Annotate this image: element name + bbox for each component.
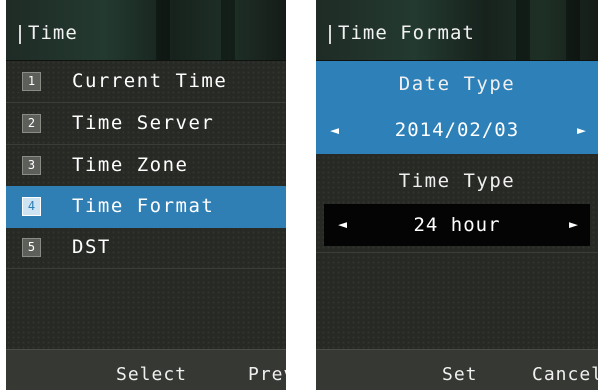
menu-number-badge: 2 — [22, 114, 41, 133]
title-bar: Time — [6, 0, 286, 61]
time-format-screen: Time Format Date Type ◄ 2014/02/03 ► Tim… — [316, 0, 598, 390]
softkey-bar: Set Cancel — [316, 349, 598, 390]
right-arrow-icon[interactable]: ► — [577, 123, 586, 138]
menu-item-dst[interactable]: 5 DST — [6, 227, 286, 269]
menu-item-label: Time Server — [72, 112, 215, 134]
time-type-value: 24 hour — [413, 214, 501, 236]
title-bar: Time Format — [316, 0, 598, 61]
menu-number-badge: 3 — [22, 156, 41, 175]
date-type-value: 2014/02/03 — [394, 119, 520, 141]
softkey-bar: Select Prev — [6, 349, 286, 390]
menu-item-time-zone[interactable]: 3 Time Zone — [6, 145, 286, 187]
menu-item-time-server[interactable]: 2 Time Server — [6, 103, 286, 145]
menu-item-label: Current Time — [72, 70, 228, 92]
menu-number-badge: 5 — [22, 238, 41, 257]
cancel-softkey[interactable]: Cancel — [532, 364, 598, 385]
date-type-label-row: Date Type — [316, 61, 598, 107]
menu-number-badge: 4 — [22, 197, 41, 216]
right-arrow-icon[interactable]: ► — [569, 217, 578, 232]
time-menu-screen: Time 1 Current Time 2 Time Server 3 Time… — [6, 0, 286, 390]
set-softkey[interactable]: Set — [442, 364, 478, 385]
time-type-label-row: Time Type — [316, 158, 598, 204]
date-type-label: Date Type — [398, 73, 516, 95]
select-softkey[interactable]: Select — [116, 364, 187, 385]
time-type-selector[interactable]: ◄ 24 hour ► — [324, 204, 590, 246]
menu-item-label: Time Format — [72, 195, 215, 217]
screen-title: Time — [19, 22, 78, 44]
menu-item-time-format[interactable]: 4 Time Format — [6, 186, 286, 228]
divider — [316, 252, 598, 253]
menu-item-label: Time Zone — [72, 154, 189, 176]
menu-number-badge: 1 — [22, 72, 41, 91]
time-type-label: Time Type — [398, 170, 516, 192]
prev-softkey[interactable]: Prev — [248, 364, 286, 385]
menu-item-label: DST — [72, 236, 111, 258]
menu-item-current-time[interactable]: 1 Current Time — [6, 61, 286, 103]
date-type-selector[interactable]: ◄ 2014/02/03 ► — [316, 107, 598, 154]
screen-title: Time Format — [329, 22, 475, 44]
